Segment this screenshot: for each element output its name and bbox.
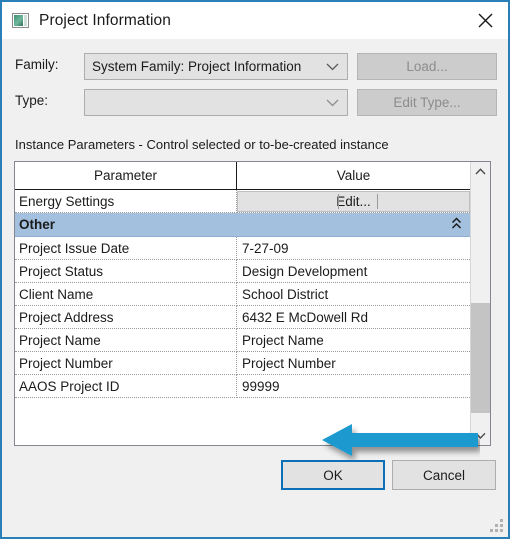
ok-button-label: OK [323,467,343,483]
instance-parameters-caption: Instance Parameters - Control selected o… [15,137,389,152]
parameter-name-cell: Project Number [15,352,237,375]
parameter-name-cell: Project Name [15,329,237,352]
load-button-label: Load... [406,59,448,74]
column-header-parameter[interactable]: Parameter [15,162,237,189]
window-title: Project Information [39,11,171,29]
load-button[interactable]: Load... [357,53,497,80]
grid-scrollbar[interactable] [470,162,490,445]
energy-settings-value-cell: Edit... [237,190,470,213]
parameter-name-cell: AAOS Project ID [15,375,237,398]
family-row: Family: System Family: Project Informati… [2,53,508,80]
parameter-name-cell: Client Name [15,283,237,306]
parameter-value-cell[interactable]: 6432 E McDowell Rd [237,306,470,329]
parameter-value-cell[interactable]: School District [237,283,470,306]
project-information-icon [12,13,29,28]
cancel-button-label: Cancel [422,467,466,483]
chevron-double-up-icon[interactable] [451,217,462,235]
table-row-energy-settings: Energy Settings Edit... [15,190,470,213]
parameter-name-cell: Project Status [15,260,237,283]
chevron-down-icon[interactable] [471,426,490,445]
energy-settings-edit-button[interactable]: Edit... [237,191,470,212]
table-row: Project Address 6432 E McDowell Rd [15,306,470,329]
table-row: Project Status Design Development [15,260,470,283]
energy-settings-label: Energy Settings [15,190,237,213]
edit-type-button-label: Edit Type... [393,95,461,110]
table-row: Project Name Project Name [15,329,470,352]
parameter-name-cell: Project Issue Date [15,237,237,260]
parameter-value-cell[interactable]: Design Development [237,260,470,283]
table-row: Project Number Project Number [15,352,470,375]
scrollbar-thumb[interactable] [471,303,490,413]
scrollbar-track[interactable] [471,181,490,426]
family-dropdown[interactable]: System Family: Project Information [84,53,348,80]
resize-grip[interactable] [490,519,504,533]
parameter-value-cell[interactable]: 99999 [237,375,470,398]
parameters-grid-body: Parameter Value Energy Settings Edit... … [15,162,470,445]
parameter-value-cell[interactable]: Project Name [237,329,470,352]
ok-button[interactable]: OK [281,460,385,490]
type-label: Type: [15,93,49,108]
parameter-value-cell[interactable]: Project Number [237,352,470,375]
grid-empty-space [15,398,470,432]
close-icon[interactable] [462,2,508,38]
chevron-down-icon [326,54,339,79]
group-header-other[interactable]: Other [15,213,470,237]
table-row: Client Name School District [15,283,470,306]
project-information-dialog: Project Information Family: System Famil… [0,0,510,539]
parameter-name-cell: Project Address [15,306,237,329]
cancel-button[interactable]: Cancel [392,460,496,490]
grid-header-row: Parameter Value [15,162,470,190]
parameter-value-cell[interactable]: 7-27-09 [237,237,470,260]
table-row: AAOS Project ID 99999 [15,375,470,398]
family-dropdown-value: System Family: Project Information [92,59,302,74]
title-bar: Project Information [2,2,508,39]
energy-settings-edit-button-label: Edit... [336,194,371,209]
family-label: Family: [15,57,59,72]
parameters-grid: Parameter Value Energy Settings Edit... … [14,161,491,446]
dialog-body: Family: System Family: Project Informati… [2,39,508,537]
type-row: Type: Edit Type... [2,89,508,116]
chevron-down-icon [326,90,339,115]
table-row: Project Issue Date 7-27-09 [15,237,470,260]
column-header-value[interactable]: Value [237,162,470,189]
edit-type-button[interactable]: Edit Type... [357,89,497,116]
group-header-label: Other [19,217,56,232]
type-dropdown[interactable] [84,89,348,116]
chevron-up-icon[interactable] [471,162,490,181]
parameter-rows: Project Issue Date 7-27-09 Project Status D… [15,237,470,398]
